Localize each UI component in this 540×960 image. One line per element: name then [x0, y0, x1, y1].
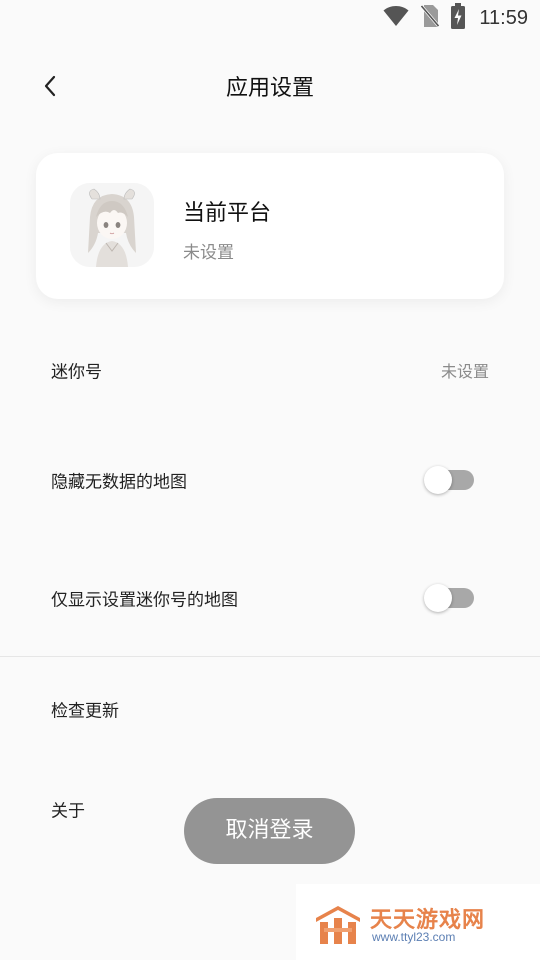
page-title: 应用设置 — [225, 76, 314, 101]
logout-button[interactable]: 取消登录 — [184, 798, 355, 864]
hide-no-data-maps-toggle[interactable] — [424, 466, 474, 494]
show-only-mini-maps-label: 仅显示设置迷你号的地图 — [51, 590, 238, 611]
watermark-url: www.ttyl23.com — [372, 930, 456, 944]
show-only-mini-maps-toggle[interactable] — [424, 584, 474, 612]
status-icons: 11:59 — [383, 3, 528, 33]
watermark: 天天游戏网 www.ttyl23.com — [296, 884, 540, 960]
hide-no-data-maps-label: 隐藏无数据的地图 — [51, 472, 187, 493]
check-update-row[interactable]: 检查更新 — [0, 679, 540, 739]
platform-title: 当前平台 — [183, 201, 272, 226]
wifi-icon — [383, 5, 409, 31]
about-label: 关于 — [51, 801, 85, 822]
mini-number-label: 迷你号 — [51, 362, 102, 383]
watermark-logo-icon — [316, 906, 360, 944]
no-sim-icon — [420, 4, 441, 32]
avatar — [70, 183, 154, 267]
mini-number-value: 未设置 — [440, 362, 489, 381]
show-only-mini-maps-row: 仅显示设置迷你号的地图 — [0, 568, 540, 628]
hide-no-data-maps-row: 隐藏无数据的地图 — [0, 450, 540, 510]
check-update-label: 检查更新 — [51, 701, 119, 722]
mini-number-row[interactable]: 迷你号 未设置 — [0, 340, 540, 400]
toggle-knob — [424, 466, 452, 494]
section-divider — [0, 656, 540, 657]
status-time: 11:59 — [479, 6, 528, 29]
toggle-knob — [424, 584, 452, 612]
platform-card[interactable]: 当前平台 未设置 — [36, 153, 504, 299]
battery-charging-icon — [451, 3, 466, 33]
app-bar: 应用设置 — [0, 58, 540, 114]
status-bar: 11:59 — [0, 0, 540, 36]
platform-status: 未设置 — [183, 243, 234, 263]
